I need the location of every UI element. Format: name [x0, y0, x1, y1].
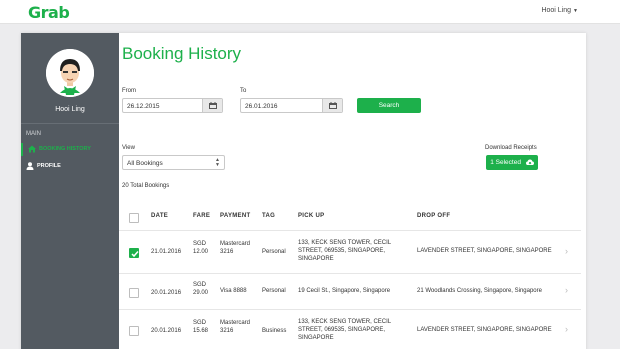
main-card: Hooi Ling MAIN BOOKING HISTORY PROFILE B…: [21, 33, 586, 349]
sidebar-item-label: PROFILE: [37, 163, 61, 169]
to-label: To: [240, 88, 247, 94]
pick-up-line-3: SINGAPORE: [298, 256, 334, 262]
column-header-tag[interactable]: TAG: [262, 213, 275, 219]
sidebar: Hooi Ling MAIN BOOKING HISTORY PROFILE: [21, 33, 119, 349]
calendar-button[interactable]: [322, 99, 342, 112]
from-date-field[interactable]: 26.12.2015: [122, 98, 223, 113]
payment-card-number: 3216: [220, 249, 234, 255]
column-header-payment[interactable]: PAYMENT: [220, 213, 250, 219]
view-select-value: All Bookings: [127, 160, 163, 167]
drop-off: LAVENDER STREET, SINGAPORE, SINGAPORE: [417, 327, 552, 333]
column-header-date[interactable]: DATE: [151, 213, 168, 219]
checkmark-icon: [131, 251, 139, 258]
table-divider: [119, 309, 581, 310]
sidebar-item-label: BOOKING HISTORY: [39, 146, 91, 152]
chevron-right-icon[interactable]: ›: [565, 246, 568, 256]
pick-up-line-2: STREET, 069535, SINGAPORE,: [298, 327, 386, 333]
cloud-download-icon: [525, 159, 534, 166]
row-checkbox[interactable]: [129, 288, 139, 298]
download-selected-label: 1 Selected: [490, 159, 521, 166]
sidebar-divider: [21, 123, 119, 124]
calendar-icon: [329, 102, 337, 109]
table-divider: [119, 273, 581, 274]
user-menu-name: Hooi Ling: [541, 7, 572, 14]
fare-amount: 15.68: [193, 328, 209, 334]
payment-method: Mastercard: [220, 320, 251, 326]
sidebar-item-profile[interactable]: PROFILE: [21, 160, 119, 173]
select-arrows-icon: ▲ ▼: [215, 157, 220, 168]
pick-up-line-1: 133, KECK SENG TOWER, CECIL: [298, 240, 392, 246]
pick-up-line-1: 133, KECK SENG TOWER, CECIL: [298, 319, 392, 325]
to-date-field[interactable]: 26.01.2016: [240, 98, 343, 113]
payment-method: Visa 8888: [220, 288, 247, 294]
booking-date: 20.01.2016: [151, 328, 182, 334]
table-divider: [119, 230, 581, 231]
page-title: Booking History: [122, 44, 242, 63]
booking-tag: Personal: [262, 288, 286, 294]
user-menu[interactable]: Hooi Ling ▼: [541, 7, 578, 14]
column-header-fare[interactable]: FARE: [193, 213, 210, 219]
fare-currency: SGD: [193, 320, 207, 326]
search-button[interactable]: Search: [357, 98, 421, 113]
avatar: [46, 49, 94, 97]
fare-currency: SGD: [193, 241, 207, 247]
payment-card-number: 3216: [220, 328, 234, 334]
row-checkbox[interactable]: [129, 248, 139, 258]
sidebar-section-label: MAIN: [26, 131, 41, 137]
view-label: View: [122, 145, 135, 151]
sidebar-item-booking-history[interactable]: BOOKING HISTORY: [21, 143, 119, 156]
column-header-drop-off[interactable]: DROP OFF: [417, 213, 450, 219]
booking-tag: Personal: [262, 249, 286, 255]
column-header-pick-up[interactable]: PICK UP: [298, 213, 324, 219]
from-label: From: [122, 88, 136, 94]
calendar-button[interactable]: [202, 99, 222, 112]
fare-currency: SGD: [193, 282, 207, 288]
calendar-icon: [209, 102, 217, 109]
drop-off: 21 Woodlands Crossing, Singapore, Singap…: [417, 288, 542, 294]
from-date-value: 26.12.2015: [127, 103, 160, 110]
home-icon: [28, 145, 36, 153]
booking-date: 20.01.2016: [151, 290, 182, 296]
user-icon: [26, 162, 34, 170]
avatar-illustration-icon: [46, 49, 94, 97]
chevron-right-icon[interactable]: ›: [565, 324, 568, 334]
grab-logo[interactable]: Grab: [28, 3, 70, 22]
total-bookings: 20 Total Bookings: [122, 183, 170, 189]
drop-off: LAVENDER STREET, SINGAPORE, SINGAPORE: [417, 248, 552, 254]
download-selected-button[interactable]: 1 Selected: [486, 155, 538, 170]
fare-amount: 12.00: [193, 249, 209, 255]
content-area: Booking History From 26.12.2015 To 26.01…: [119, 33, 586, 349]
select-all-checkbox[interactable]: [129, 213, 139, 223]
top-bar: Grab Hooi Ling ▼: [0, 0, 620, 24]
view-select[interactable]: All Bookings ▲ ▼: [122, 155, 225, 170]
to-date-value: 26.01.2016: [245, 103, 278, 110]
chevron-right-icon[interactable]: ›: [565, 285, 568, 295]
pick-up-line-3: SINGAPORE: [298, 335, 334, 341]
row-checkbox[interactable]: [129, 326, 139, 336]
download-receipts-label: Download Receipts: [485, 145, 537, 151]
pick-up-line-1: 19 Cecil St., Singapore, Singapore: [298, 288, 391, 294]
pick-up-line-2: STREET, 069535, SINGAPORE,: [298, 248, 386, 254]
payment-method: Mastercard: [220, 241, 251, 247]
fare-amount: 29.00: [193, 290, 209, 296]
booking-tag: Business: [262, 328, 287, 334]
booking-date: 21.01.2016: [151, 249, 182, 255]
caret-down-icon: ▼: [573, 8, 578, 14]
sidebar-user-name: Hooi Ling: [55, 106, 85, 113]
